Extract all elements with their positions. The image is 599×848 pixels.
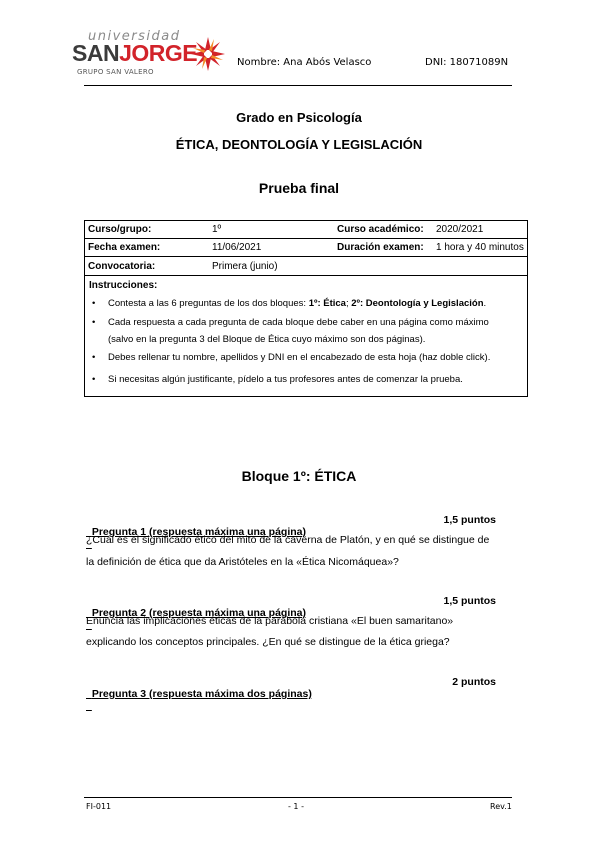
exam-date-value: 11/06/2021	[212, 242, 262, 253]
block-title: Bloque 1º: ÉTICA	[241, 468, 357, 484]
question-points: 2 puntos	[452, 676, 496, 688]
academic-year-value: 2020/2021	[436, 224, 484, 235]
exam-title: Prueba final	[258, 180, 340, 196]
question-2-text-line: Enuncia las implicaciones éticas de la p…	[86, 615, 454, 627]
info-row-date: Fecha examen: 11/06/2021 Duración examen…	[85, 239, 527, 257]
info-row-call: Convocatoria: Primera (junio)	[85, 258, 527, 276]
instruction-text: Si necesitas algún justificante, pídelo …	[108, 374, 463, 385]
academic-year-label: Curso académico:	[337, 224, 424, 235]
instruction-text: Contesta a las 6 preguntas de los dos bl…	[108, 295, 528, 312]
question-3-heading: Pregunta 3 (respuesta máxima dos páginas…	[86, 676, 496, 712]
footer-page-number: - 1 -	[288, 802, 304, 811]
instruction-text: Debes rellenar tu nombre, apellidos y DN…	[108, 352, 491, 363]
footer-divider	[84, 797, 512, 798]
header-divider	[84, 85, 512, 86]
question-1-text-line: ¿Cuál es el significado ético del mito d…	[86, 534, 490, 546]
call-label: Convocatoria:	[88, 261, 156, 272]
instruction-bold-part: 1º: Ética	[308, 298, 346, 309]
course-value: 1º	[212, 224, 222, 235]
instructions-label: Instrucciones:	[89, 280, 158, 291]
instruction-text-line: Cada respuesta a cada pregunta de cada b…	[108, 317, 489, 328]
question-2-text-line: explicando los conceptos principales. ¿E…	[86, 636, 450, 648]
info-row-course: Curso/grupo: 1º Curso académico: 2020/20…	[85, 221, 527, 239]
instruction-bold-part: 2º: Deontología y Legislación	[351, 298, 484, 309]
subject-title: ÉTICA, DEONTOLOGÍA Y LEGISLACIÓN	[175, 137, 423, 152]
question-points: 1,5 puntos	[443, 514, 496, 526]
instruction-text-part: Contesta a las 6 preguntas de los dos bl…	[108, 298, 309, 309]
question-1-text-line: la definición de ética que da Aristótele…	[86, 556, 399, 568]
student-name-field[interactable]: Nombre: Ana Abós Velasco	[237, 57, 371, 68]
instruction-text: Cada respuesta a cada pregunta de cada b…	[108, 314, 528, 348]
question-points: 1,5 puntos	[443, 595, 496, 607]
bullet-icon: •	[92, 352, 96, 363]
course-label: Curso/grupo:	[88, 224, 152, 235]
duration-label: Duración examen:	[337, 242, 424, 253]
degree-title: Grado en Psicología	[236, 110, 362, 125]
instruction-text-line: (salvo en la pregunta 3 del Bloque de Ét…	[108, 334, 426, 345]
logo-jorge: JORGE	[119, 40, 198, 66]
logo-group-text: GRUPO SAN VALERO	[77, 68, 154, 76]
footer-revision: Rev.1	[490, 802, 512, 811]
footer-code: FI-011	[86, 802, 112, 811]
exam-info-table: Curso/grupo: 1º Curso académico: 2020/20…	[84, 220, 528, 397]
star-burst-icon	[191, 37, 225, 71]
logo-wordmark: SANJORGE	[72, 40, 198, 67]
student-dni-field[interactable]: DNI: 18071089N	[425, 57, 508, 68]
call-value: Primera (junio)	[212, 261, 278, 272]
bullet-icon: •	[92, 374, 96, 385]
logo-san: SAN	[72, 40, 120, 66]
bullet-icon: •	[92, 298, 96, 309]
instruction-text-part: .	[483, 298, 487, 309]
exam-date-label: Fecha examen:	[88, 242, 161, 253]
duration-value: 1 hora y 40 minutos	[436, 242, 524, 253]
bullet-icon: •	[92, 317, 96, 328]
question-heading-text: Pregunta 3 (respuesta máxima dos páginas…	[91, 688, 312, 700]
